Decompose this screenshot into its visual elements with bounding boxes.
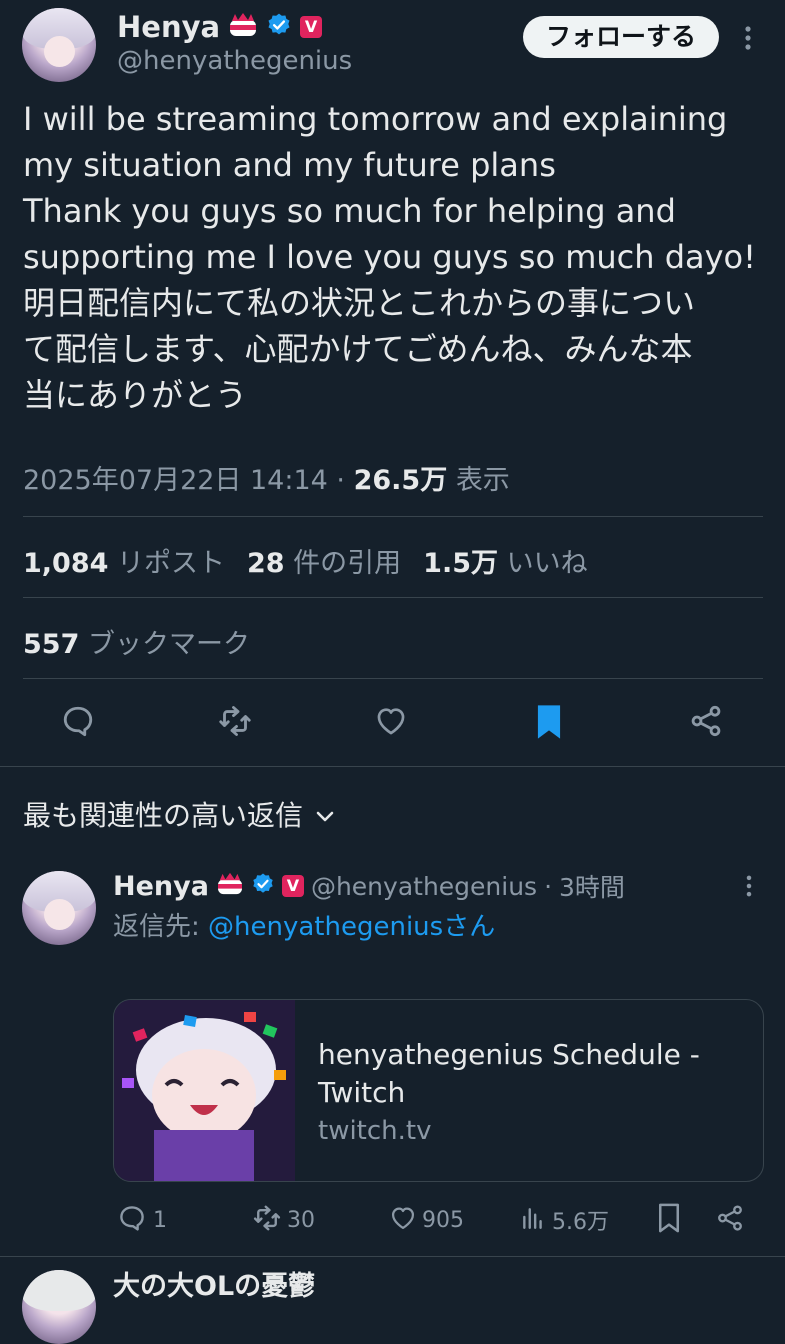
author-handle[interactable]: @henyathegenius [117, 46, 352, 76]
reposts-stat[interactable]: 1,084 リポスト [23, 541, 225, 580]
reply-header: Henya V @henyathegenius · 3時間 [113, 868, 625, 904]
reply-more-options-icon[interactable] [740, 873, 758, 899]
author-avatar[interactable] [22, 8, 96, 82]
reply-to-handle-link[interactable]: @henyathegenius [208, 912, 443, 942]
like-count: 905 [422, 1207, 464, 1233]
affiliate-badge[interactable]: V [300, 16, 323, 38]
flame-emoji-icon [216, 872, 244, 900]
reply-to-prefix: 返信先: [113, 912, 209, 942]
views-label: 表示 [455, 465, 510, 496]
follow-button[interactable]: フォローする [523, 16, 719, 58]
reply-time[interactable]: 3時間 [559, 868, 625, 904]
verified-icon[interactable] [251, 872, 275, 900]
flame-emoji-icon [228, 12, 258, 42]
repost-icon[interactable] [216, 703, 254, 739]
divider [23, 678, 763, 679]
reply-icon[interactable] [60, 703, 96, 739]
reply-share-icon[interactable] [715, 1203, 745, 1233]
more-options-icon[interactable] [738, 24, 758, 52]
reply-repost-action[interactable]: 30 [251, 1203, 315, 1237]
reply-icon [117, 1203, 147, 1237]
divider [0, 766, 785, 767]
chevron-down-icon [315, 798, 335, 831]
reply-bookmark-icon[interactable] [656, 1203, 682, 1233]
views-count: 26.5万 [353, 465, 448, 496]
bookmark-icon[interactable] [533, 703, 565, 741]
likes-stat[interactable]: 1.5万 いいね [423, 541, 587, 580]
link-card-title: henyathegenius Schedule - Twitch [318, 1038, 700, 1109]
quotes-stat[interactable]: 28 件の引用 [247, 541, 401, 580]
repost-icon [251, 1203, 283, 1237]
reply-to-suffix: さん [443, 912, 496, 942]
like-icon[interactable] [373, 704, 409, 738]
reply-views-action[interactable]: 5.6万 [520, 1204, 609, 1236]
link-card-thumbnail [114, 1000, 295, 1181]
reply-author-handle[interactable]: @henyathegenius [311, 872, 537, 901]
reply-avatar[interactable] [22, 871, 96, 945]
link-card[interactable]: henyathegenius Schedule - Twitch twitch.… [113, 999, 764, 1182]
views-icon [520, 1204, 546, 1236]
divider [0, 1256, 785, 1257]
divider [23, 597, 763, 598]
author-name-row[interactable]: Henya V [117, 10, 323, 44]
like-icon [388, 1204, 418, 1236]
tweet-timestamp[interactable]: 2025年07月22日 14:14 [23, 465, 328, 496]
tweet-meta: 2025年07月22日 14:14 · 26.5万 表示 [23, 465, 510, 496]
reply-reply-action[interactable]: 1 [117, 1203, 167, 1237]
tweet-text: I will be streaming tomorrow and explain… [23, 100, 756, 414]
reply-author-name[interactable]: Henya [113, 871, 209, 902]
bookmarks-stat[interactable]: 557 ブックマーク [23, 622, 250, 661]
replies-sort-label: 最も関連性の高い返信 [23, 799, 304, 832]
verified-icon[interactable] [266, 12, 292, 42]
divider [23, 516, 763, 517]
next-reply-author-name[interactable]: 大の大OLの憂鬱 [113, 1264, 315, 1303]
repost-count: 30 [287, 1207, 315, 1233]
views-count-reply: 5.6万 [552, 1210, 609, 1235]
reply-to-line: 返信先: @henyathegeniusさん [113, 906, 495, 943]
reply-count: 1 [153, 1207, 167, 1233]
affiliate-badge[interactable]: V [281, 875, 304, 897]
author-name[interactable]: Henya [117, 10, 220, 44]
share-icon[interactable] [688, 703, 724, 739]
reply-like-action[interactable]: 905 [388, 1204, 464, 1236]
replies-sort-dropdown[interactable]: 最も関連性の高い返信 [23, 794, 335, 834]
link-card-domain: twitch.tv [318, 1116, 432, 1146]
engagement-stats: 1,084 リポスト 28 件の引用 1.5万 いいね [23, 541, 588, 580]
next-reply-avatar[interactable] [22, 1270, 96, 1344]
